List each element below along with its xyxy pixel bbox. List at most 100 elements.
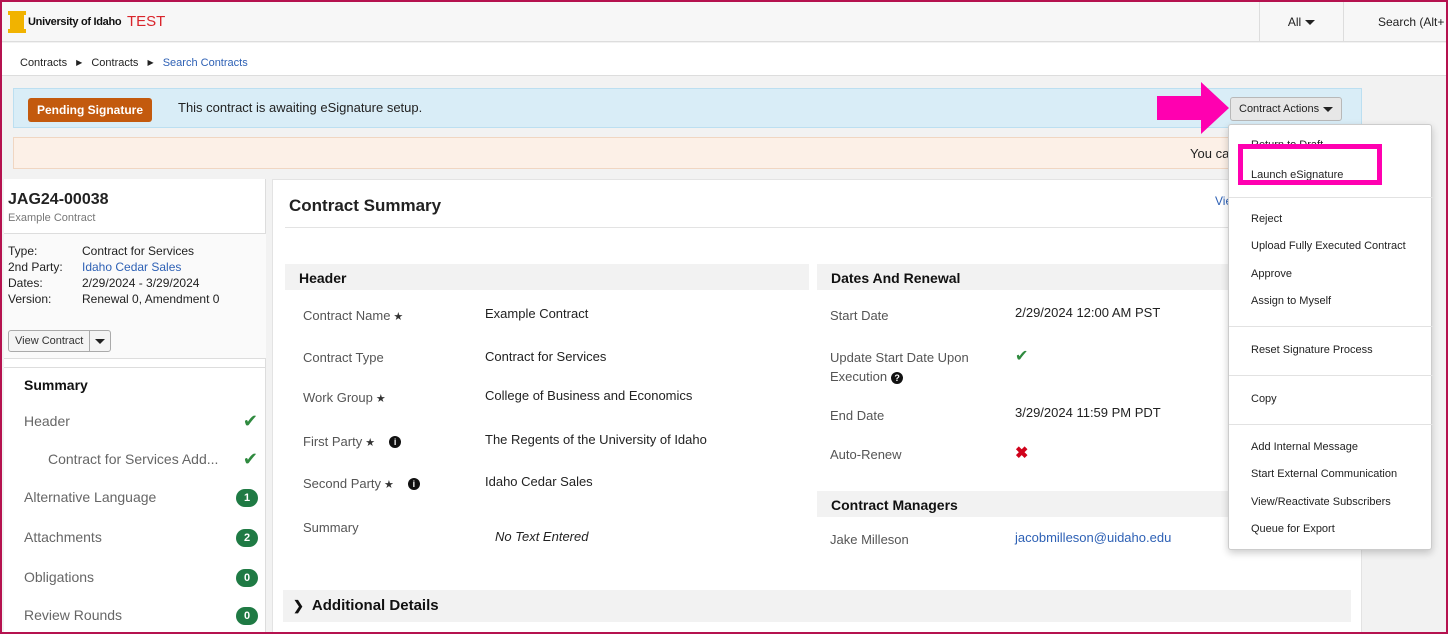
chevron-right-icon: ▶ [147, 58, 154, 67]
view-contract-label[interactable]: View Contract [9, 331, 91, 351]
field-label-contract-name: Contract Name ★ [303, 308, 403, 323]
meta-value: 2/29/2024 - 3/29/2024 [82, 276, 200, 290]
view-contract-dropdown[interactable] [90, 335, 110, 347]
nav-item-alternative-language[interactable]: Alternative Language 1 [4, 479, 266, 517]
second-party-link[interactable]: Idaho Cedar Sales [82, 260, 181, 274]
nav-item-contract-addendum[interactable]: Contract for Services Add... ✔ [4, 441, 266, 479]
app-window: University of Idaho TEST All Search (Alt… [0, 0, 1448, 634]
contract-id: JAG24-00038 [8, 191, 109, 208]
manager-email-link[interactable]: jacobmilleson@uidaho.edu [1015, 530, 1171, 545]
meta-key: 2nd Party: [8, 260, 63, 274]
nav-item-review-rounds[interactable]: Review Rounds 0 [4, 597, 266, 632]
field-value-contract-name: Example Contract [485, 306, 589, 321]
chevron-down-icon [95, 338, 106, 344]
additional-details-toggle[interactable]: ❯ Additional Details [283, 590, 1351, 622]
menu-item-start-external-communication[interactable]: Start External Communication [1251, 468, 1397, 480]
check-icon: ✔ [242, 449, 258, 469]
status-message: This contract is awaiting eSignature set… [178, 100, 423, 115]
field-value-start-date: 2/29/2024 12:00 AM PST [1015, 305, 1161, 320]
required-star-icon: ★ [365, 437, 376, 449]
chevron-down-icon [1323, 106, 1334, 112]
required-star-icon: ★ [375, 393, 386, 405]
contract-actions-label: Contract Actions [1239, 103, 1320, 115]
breadcrumb-item[interactable]: Contracts [91, 57, 138, 69]
nav-item-obligations[interactable]: Obligations 0 [4, 559, 266, 597]
field-label-end-date: End Date [830, 408, 885, 423]
field-label-first-party: First Party ★ i [303, 434, 402, 449]
menu-item-reset-signature[interactable]: Reset Signature Process [1251, 344, 1373, 356]
nav-item-label: Header [24, 413, 70, 429]
field-value-second-party: Idaho Cedar Sales [485, 474, 593, 489]
meta-value: Contract for Services [82, 244, 195, 258]
contract-summary-panel: Contract Summary Vie Header Contract Nam… [272, 179, 1362, 632]
menu-item-approve[interactable]: Approve [1251, 268, 1292, 280]
count-badge: 0 [236, 569, 258, 587]
dates-section-title: Dates And Renewal [817, 264, 1237, 290]
menu-item-copy[interactable]: Copy [1251, 393, 1277, 405]
field-value-contract-type: Contract for Services [485, 349, 607, 364]
chevron-right-icon: ▶ [76, 58, 83, 67]
label-text: Update Start Date Upon [830, 350, 969, 365]
menu-item-assign-to-myself[interactable]: Assign to Myself [1251, 295, 1331, 307]
menu-item-queue-for-export[interactable]: Queue for Export [1251, 523, 1335, 535]
contract-name: Example Contract [8, 212, 96, 224]
university-logo[interactable]: University of Idaho [8, 11, 122, 33]
breadcrumb-item-current[interactable]: Search Contracts [163, 57, 248, 69]
highlight-box-annotation [1238, 144, 1382, 185]
nav-item-header[interactable]: Header ✔ [4, 403, 266, 441]
check-icon: ✔ [242, 411, 258, 431]
info-icon[interactable]: i [407, 478, 420, 490]
warning-banner: You canno [13, 137, 1362, 169]
logo-icon [8, 11, 26, 33]
additional-details-label: Additional Details [311, 597, 439, 614]
meta-key: Dates: [8, 276, 43, 290]
environment-label: TEST [127, 13, 166, 30]
count-badge: 0 [236, 607, 258, 625]
label-text: Contract Name [303, 308, 391, 323]
header-section-title: Header [285, 264, 809, 290]
menu-item-add-internal-message[interactable]: Add Internal Message [1251, 441, 1358, 453]
x-icon: ✖ [1015, 445, 1029, 462]
nav-summary[interactable]: Summary [4, 367, 266, 403]
menu-item-reject[interactable]: Reject [1251, 213, 1282, 225]
chevron-down-icon [1305, 20, 1316, 26]
top-bar: University of Idaho TEST All Search (Alt… [2, 2, 1446, 42]
search-scope-value: All [1287, 15, 1302, 29]
label-text: Second Party [303, 476, 382, 491]
meta-key: Version: [8, 292, 52, 306]
field-label-summary: Summary [303, 520, 359, 535]
search-input[interactable]: Search (Alt+ [1343, 2, 1446, 42]
view-contract-button[interactable]: View Contract [8, 330, 112, 352]
label-text: Execution [830, 369, 888, 384]
breadcrumb-item[interactable]: Contracts [20, 57, 67, 69]
meta-type: Type: Contract for Services [8, 244, 194, 258]
nav-item-label: Review Rounds [24, 607, 123, 623]
search-scope-select[interactable]: All [1259, 2, 1343, 42]
meta-dates: Dates: 2/29/2024 - 3/29/2024 [8, 276, 199, 290]
contract-actions-button[interactable]: Contract Actions [1230, 97, 1343, 121]
menu-divider [1229, 326, 1433, 327]
menu-item-upload-fully-executed[interactable]: Upload Fully Executed Contract [1251, 240, 1406, 252]
field-value-end-date: 3/29/2024 11:59 PM PDT [1015, 405, 1161, 420]
chevron-right-icon: ❯ [293, 598, 304, 613]
contract-meta: Type: Contract for Services 2nd Party: Ida… [4, 233, 266, 359]
meta-value: Renewal 0, Amendment 0 [82, 292, 220, 306]
label-text: First Party [303, 434, 363, 449]
field-label-auto-renew: Auto-Renew [830, 447, 902, 462]
menu-divider [1229, 375, 1433, 376]
nav-item-attachments[interactable]: Attachments 2 [4, 519, 266, 557]
help-icon[interactable]: ? [891, 372, 904, 384]
meta-key: Type: [8, 244, 38, 258]
contract-actions-menu: Return to Draft Launch eSignature Reject… [1228, 124, 1433, 550]
menu-divider [1229, 197, 1433, 198]
nav-item-label: Attachments [24, 529, 102, 545]
info-icon[interactable]: i [389, 436, 402, 448]
field-value-summary: No Text Entered [495, 529, 589, 544]
required-star-icon: ★ [393, 311, 404, 323]
managers-section-title: Contract Managers [817, 491, 1237, 517]
meta-second-party: 2nd Party: Idaho Cedar Sales [8, 260, 181, 274]
field-value-work-group: College of Business and Economics [485, 388, 693, 403]
menu-item-view-reactivate-subscribers[interactable]: View/Reactivate Subscribers [1251, 496, 1391, 508]
menu-divider [1229, 424, 1433, 425]
check-icon: ✔ [1015, 348, 1029, 365]
